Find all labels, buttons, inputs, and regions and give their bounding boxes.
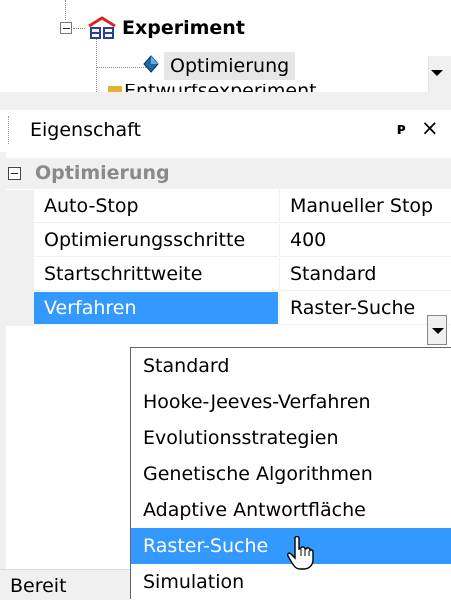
- tree-item-optimierung[interactable]: Optimierung: [164, 52, 296, 80]
- tree-view[interactable]: Experiment Optimierung Entwurfsexperimen…: [0, 0, 451, 92]
- property-name[interactable]: Startschrittweite: [34, 258, 278, 291]
- grip-icon[interactable]: [8, 116, 12, 144]
- optimization-icon: [143, 55, 159, 73]
- dropdown-option[interactable]: Standard: [131, 348, 451, 384]
- property-value[interactable]: Standard: [279, 258, 451, 291]
- tree-connector: [96, 38, 97, 92]
- dropdown-arrow-button[interactable]: [427, 315, 447, 345]
- property-row-verfahren[interactable]: Verfahren Raster-Suche: [6, 292, 451, 326]
- property-value[interactable]: 400: [279, 224, 451, 257]
- collapse-toggle[interactable]: [60, 22, 72, 34]
- dropdown-option[interactable]: Evolutionsstrategien: [131, 420, 451, 456]
- tree-item-experiment[interactable]: Experiment: [122, 14, 245, 42]
- pin-icon[interactable]: ᴩ: [397, 116, 406, 142]
- dropdown-option[interactable]: Hooke-Jeeves-Verfahren: [131, 384, 451, 420]
- tree-connector: [73, 28, 85, 29]
- experiment-icon: [88, 16, 116, 39]
- property-value[interactable]: Manueller Stop: [279, 190, 451, 223]
- row-margin: [6, 258, 34, 292]
- property-row-auto-stop[interactable]: Auto-Stop Manueller Stop: [6, 190, 451, 224]
- property-name[interactable]: Verfahren: [34, 292, 278, 325]
- close-icon[interactable]: ×: [421, 114, 439, 142]
- dropdown-option[interactable]: Genetische Algorithmen: [131, 456, 451, 492]
- tree-item-partial[interactable]: Entwurfsexperiment: [124, 84, 317, 92]
- property-grid[interactable]: Optimierung Auto-Stop Manueller Stop Opt…: [6, 158, 451, 358]
- grid-empty-area: [6, 358, 130, 569]
- category-row[interactable]: Optimierung: [6, 158, 451, 189]
- category-label: Optimierung: [35, 162, 170, 184]
- dropdown-option[interactable]: Adaptive Antwortfläche: [131, 492, 451, 528]
- row-margin: [6, 292, 34, 326]
- property-row-startschrittweite[interactable]: Startschrittweite Standard: [6, 258, 451, 292]
- property-name[interactable]: Auto-Stop: [34, 190, 278, 223]
- scroll-down-icon[interactable]: [431, 70, 443, 76]
- folder-icon: [108, 86, 122, 92]
- property-name[interactable]: Optimierungsschritte: [34, 224, 278, 257]
- status-text: Bereit: [10, 575, 67, 597]
- hand-cursor-icon: [287, 536, 314, 570]
- property-value-select[interactable]: Raster-Suche: [279, 292, 451, 325]
- property-row-optimierungsschritte[interactable]: Optimierungsschritte 400: [6, 224, 451, 258]
- row-margin: [6, 190, 34, 224]
- splitter[interactable]: [0, 92, 451, 110]
- collapse-category-icon[interactable]: [8, 167, 21, 180]
- row-margin: [6, 224, 34, 258]
- panel-title: Eigenschaft: [30, 119, 141, 141]
- tree-connector: [65, 0, 66, 20]
